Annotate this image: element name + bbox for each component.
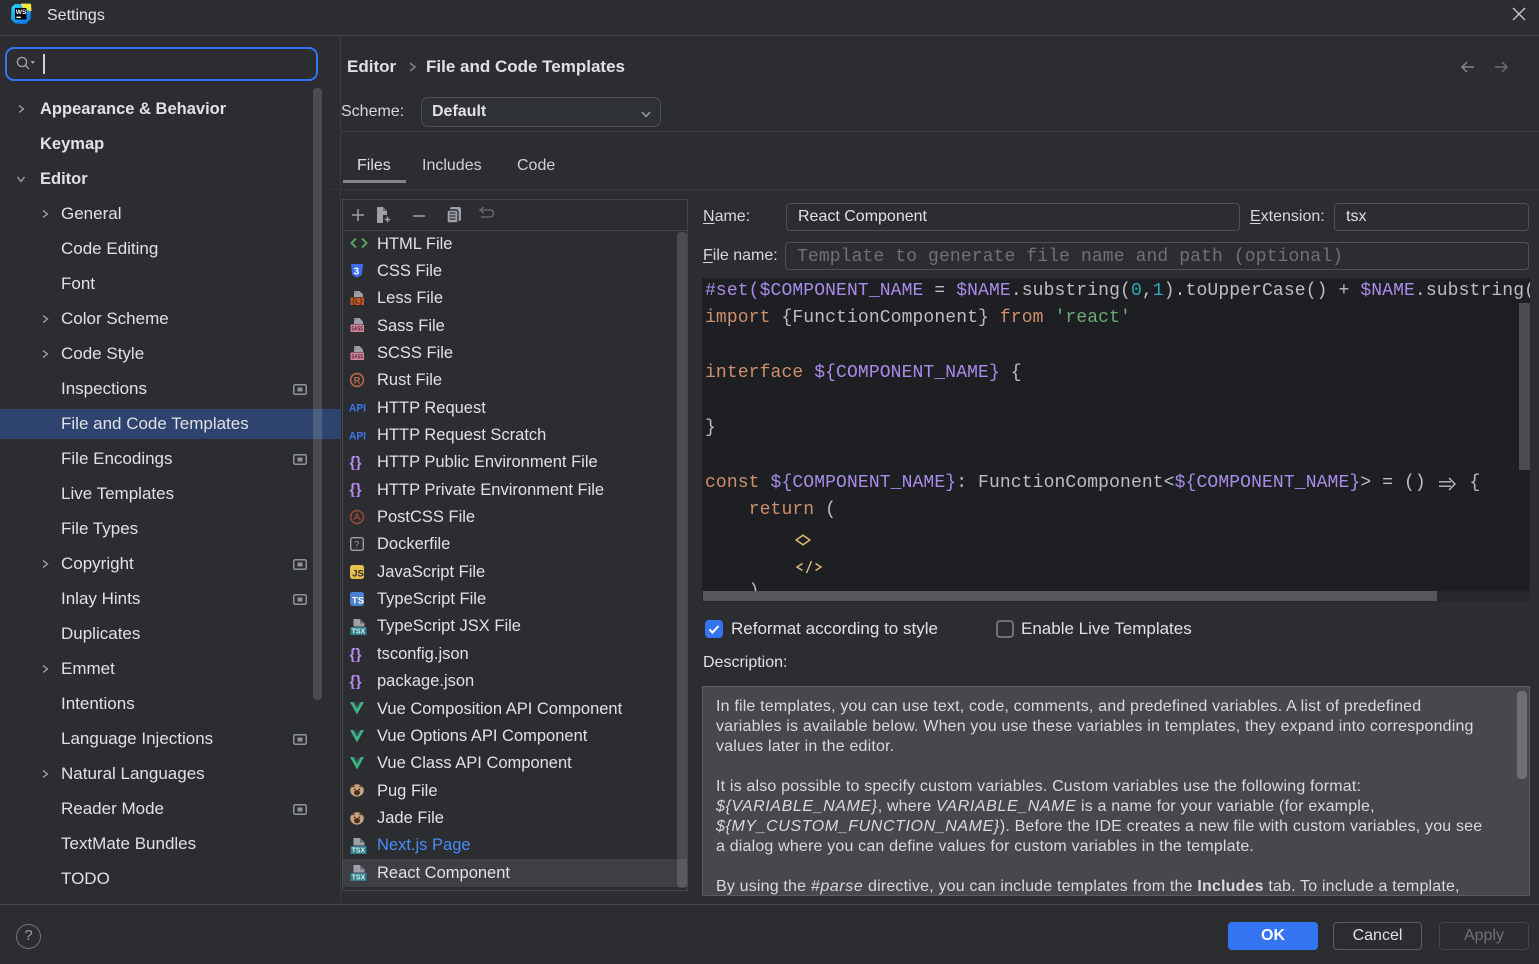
svg-text:3: 3 [354,267,360,278]
svg-text:{L}: {L} [352,299,363,306]
svg-text:TSX: TSX [352,848,366,855]
svg-text:SASS: SASS [351,326,363,333]
svg-text:{}: {} [350,647,362,663]
svg-text:{}: {} [350,482,362,498]
svg-text:TSX: TSX [352,629,366,636]
svg-text:WS: WS [16,9,27,16]
svg-text:R: R [354,376,361,387]
svg-text:TSX: TSX [352,875,366,882]
svg-text:API: API [349,431,366,443]
svg-text:SASS: SASS [351,354,363,361]
svg-text:TS: TS [352,595,364,606]
svg-text:JS: JS [352,568,364,579]
svg-text:?: ? [354,540,359,550]
svg-text:{}: {} [350,455,362,471]
svg-text:API: API [349,403,366,415]
svg-text:{}: {} [350,674,362,690]
